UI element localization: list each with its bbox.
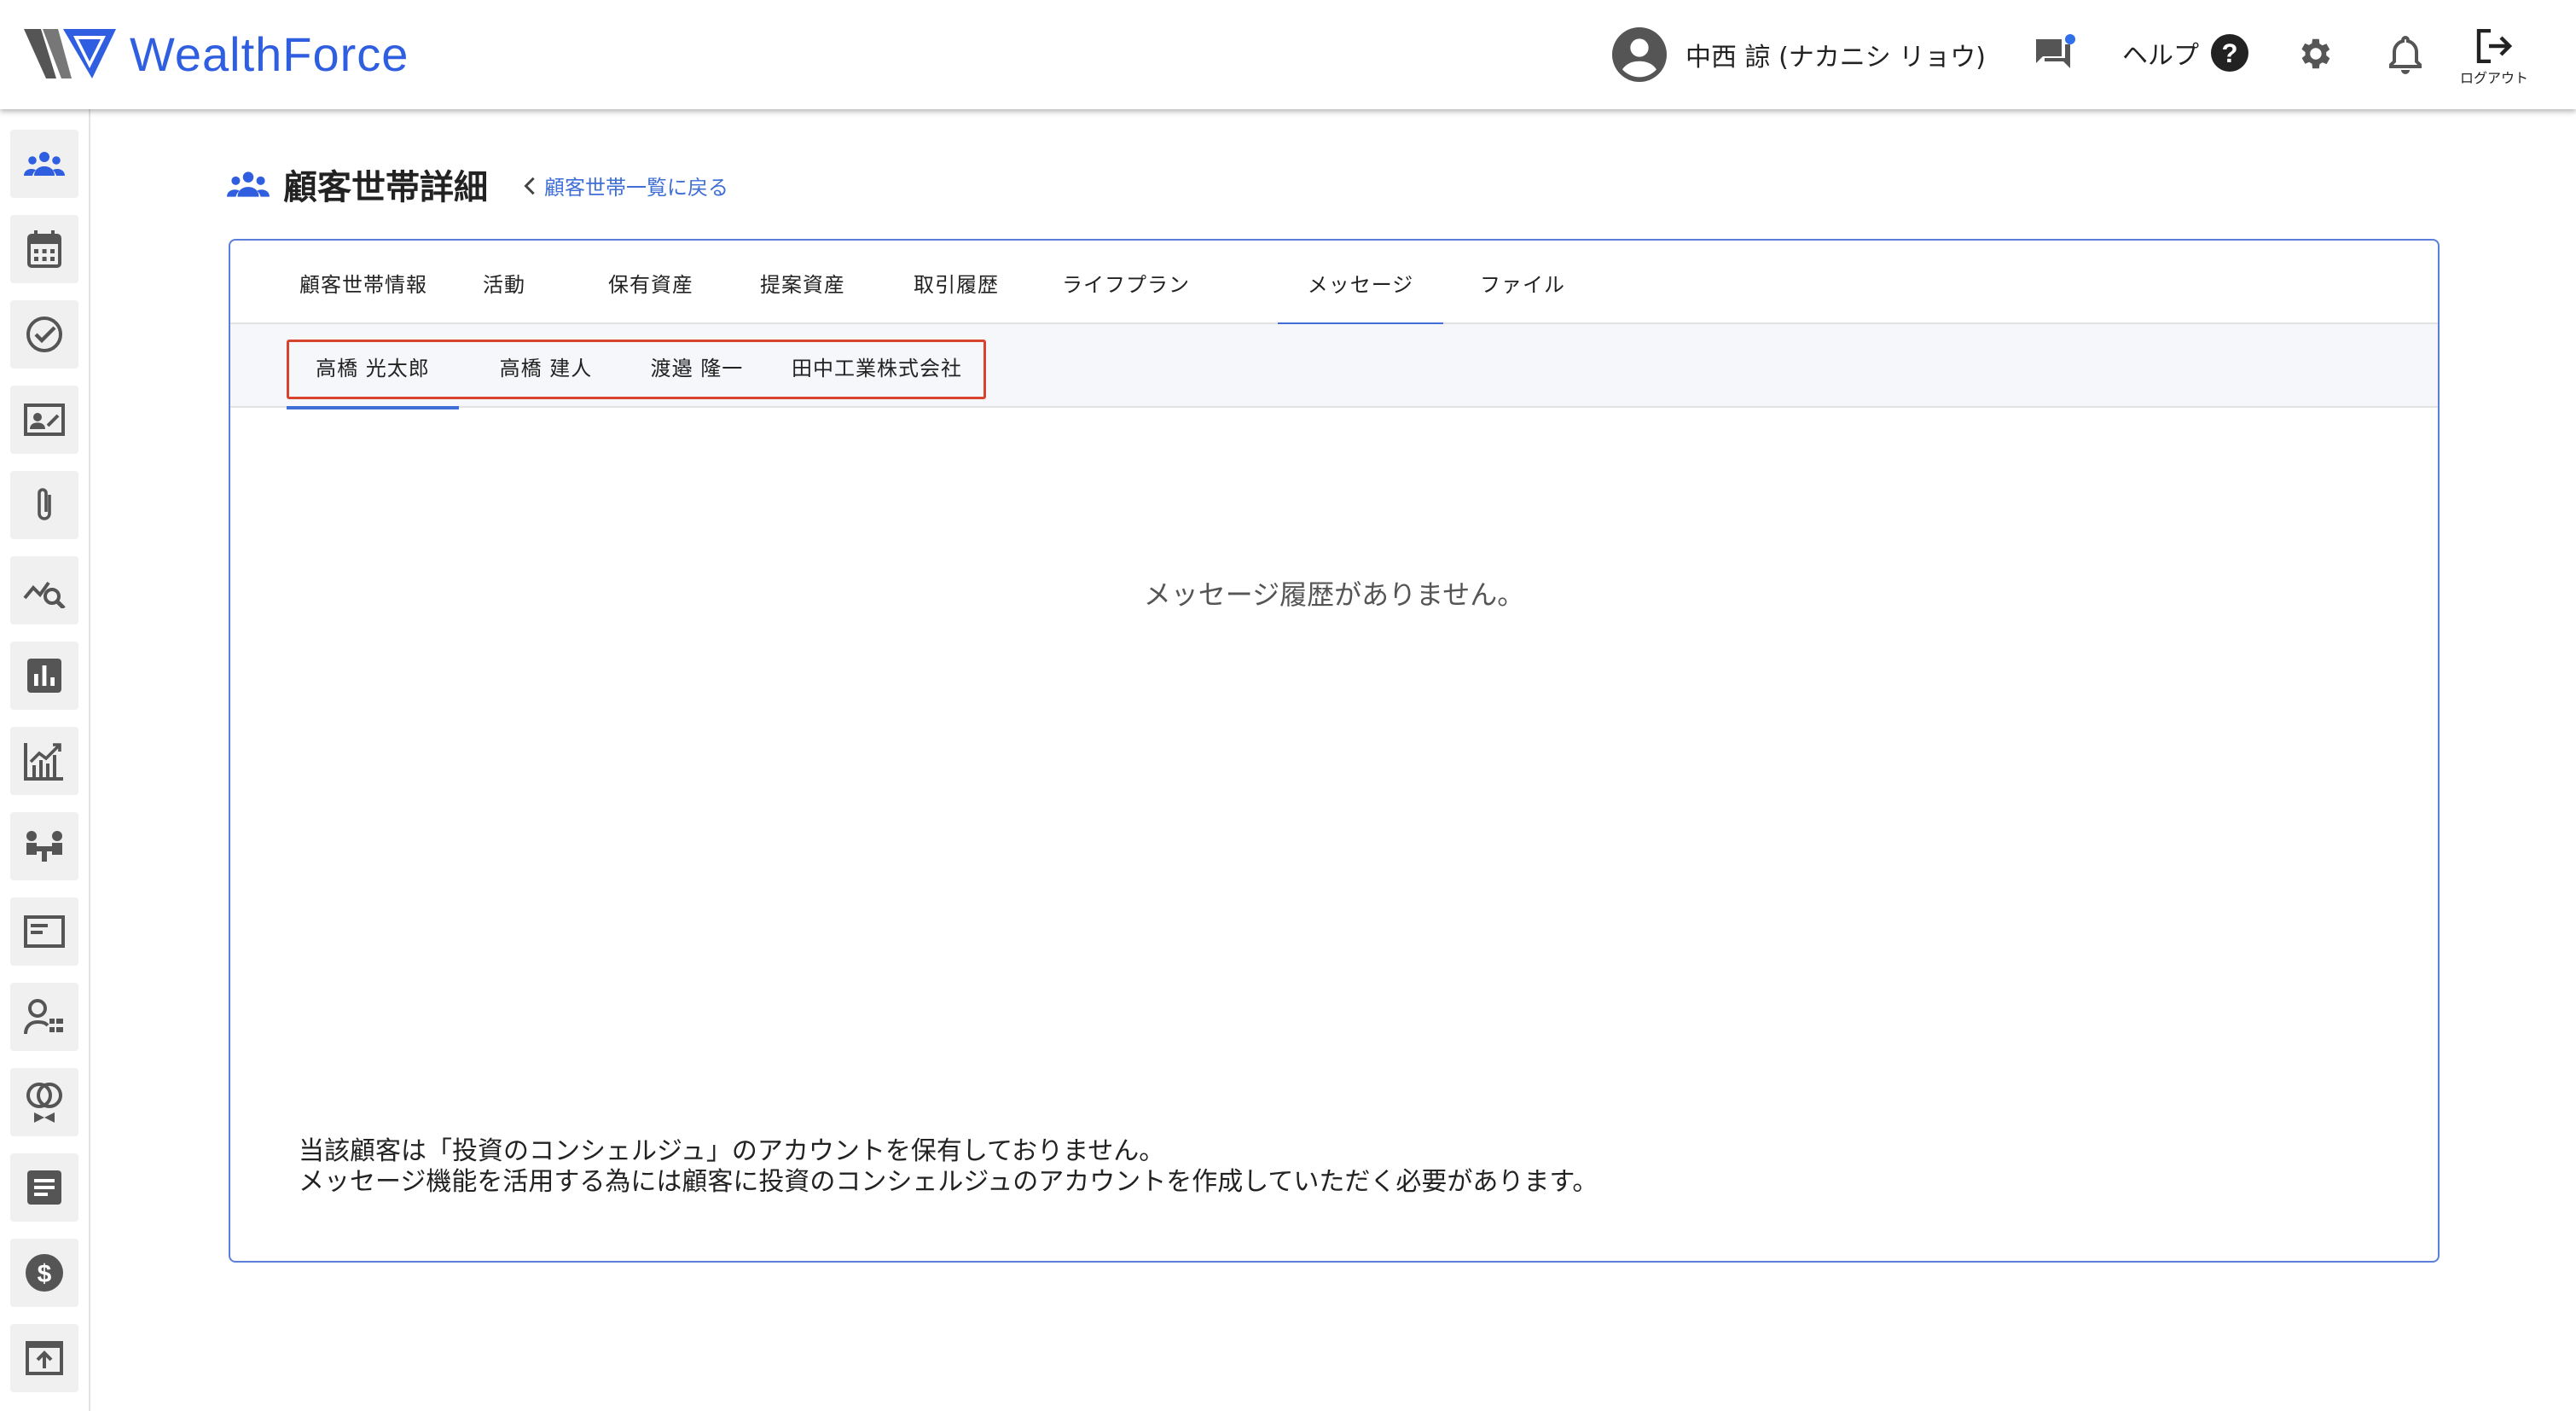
- subtab-member[interactable]: 高橋 光太郎: [287, 324, 459, 409]
- calendar-icon: [27, 230, 61, 268]
- page-title: 顧客世帯詳細: [227, 159, 488, 210]
- app-logo[interactable]: WealthForce: [24, 27, 409, 82]
- notifications-button[interactable]: [2387, 34, 2424, 75]
- tab-files[interactable]: ファイル: [1459, 241, 1587, 324]
- people-icon: [24, 152, 65, 176]
- sidebar-item-documents[interactable]: [10, 1153, 78, 1222]
- rings-icon: [26, 1083, 62, 1123]
- back-link-label: 顧客世帯一覧に戻る: [544, 176, 728, 200]
- household-detail-card: 顧客世帯情報 活動 保有資産 提案資産 取引履歴 ライフプラン メッセージ ファ…: [229, 239, 2440, 1263]
- tab-household-info[interactable]: 顧客世帯情報: [287, 241, 440, 324]
- tab-life-plan[interactable]: ライフプラン: [1041, 241, 1211, 324]
- brand-name: WealthForce: [130, 27, 409, 82]
- sidebar-item-performance[interactable]: [10, 727, 78, 795]
- tab-activities[interactable]: 活動: [449, 241, 560, 324]
- user-list-icon: [24, 999, 63, 1035]
- user-menu[interactable]: 中西 諒 (ナカニシ リョウ): [1612, 26, 1986, 84]
- upload-icon: [26, 1341, 63, 1375]
- card-icon: [24, 915, 65, 948]
- empty-message-text: メッセージ履歴がありません。: [1143, 578, 1525, 611]
- analytics-search-icon: [23, 581, 66, 608]
- logout-icon: [2476, 29, 2513, 63]
- tab-proposed-assets[interactable]: 提案資産: [739, 241, 867, 324]
- check-circle-icon: [26, 316, 62, 352]
- sidebar-item-upload[interactable]: [10, 1324, 78, 1392]
- sidebar-item-tasks[interactable]: [10, 300, 78, 369]
- sidebar-item-cards[interactable]: [10, 897, 78, 966]
- people-icon: [227, 171, 270, 197]
- account-circle-icon: [1612, 27, 1667, 82]
- subtab-member[interactable]: 高橋 建人: [466, 324, 626, 408]
- sidebar-item-billing[interactable]: $: [10, 1239, 78, 1307]
- notice-line: 当該顧客は「投資のコンシェルジュ」のアカウントを保有しておりません。: [299, 1136, 1165, 1166]
- sidebar-item-users[interactable]: [10, 983, 78, 1051]
- page-title-text: 顧客世帯詳細: [283, 168, 488, 207]
- tab-holdings[interactable]: 保有資産: [587, 241, 715, 324]
- account-notice: 当該顧客は「投資のコンシェルジュ」のアカウントを保有しておりません。 メッセージ…: [299, 1136, 1598, 1198]
- chat-button[interactable]: [2034, 34, 2077, 73]
- gear-icon: [2301, 38, 2330, 69]
- help-label: ヘルプ: [2122, 41, 2199, 71]
- subtab-member[interactable]: 田中工業株式会社: [773, 324, 981, 408]
- svg-text:?: ?: [2221, 38, 2237, 68]
- chat-icon: [2036, 34, 2075, 68]
- paperclip-icon: [38, 488, 51, 520]
- member-subtabs: 高橋 光太郎 高橋 建人 渡邉 隆一 田中工業株式会社: [230, 324, 2438, 409]
- chevron-left-icon: [524, 177, 535, 195]
- contact-card-icon: [24, 404, 65, 436]
- settings-button[interactable]: [2295, 34, 2334, 73]
- sidebar-item-attachments[interactable]: [10, 471, 78, 539]
- top-header: WealthForce 中西 諒 (ナカニシ リョウ) ヘルプ ? ログアウト: [0, 0, 2576, 109]
- user-name: 中西 諒 (ナカニシ リョウ): [1685, 43, 1987, 73]
- sidebar-item-life-events[interactable]: [10, 1068, 78, 1136]
- notice-line: メッセージ機能を活用する為には顧客に投資のコンシェルジュのアカウントを作成してい…: [299, 1167, 1598, 1197]
- main-tabs: 顧客世帯情報 活動 保有資産 提案資産 取引履歴 ライフプラン メッセージ ファ…: [230, 241, 2438, 326]
- dollar-icon: $: [26, 1254, 63, 1292]
- logout-button[interactable]: ログアウト: [2460, 29, 2528, 87]
- brand-part1: Wealth: [130, 27, 283, 81]
- sidebar-item-meetings[interactable]: [10, 812, 78, 880]
- sidebar: $: [0, 109, 90, 1411]
- tab-messages[interactable]: メッセージ: [1278, 241, 1443, 326]
- wealthforce-logo-icon: [24, 29, 116, 78]
- svg-text:$: $: [38, 1260, 52, 1288]
- sidebar-item-analytics[interactable]: [10, 556, 78, 624]
- help-button[interactable]: ヘルプ ?: [2122, 34, 2248, 72]
- growth-chart-icon: [24, 743, 63, 781]
- tab-transactions[interactable]: 取引履歴: [892, 241, 1020, 324]
- sidebar-item-reports[interactable]: [10, 642, 78, 710]
- bar-chart-box-icon: [27, 659, 61, 693]
- subtab-member[interactable]: 渡邉 隆一: [628, 324, 766, 408]
- brand-part2: Force: [282, 27, 409, 81]
- logout-label: ログアウト: [2460, 70, 2529, 86]
- bell-icon: [2389, 35, 2422, 74]
- sidebar-item-households[interactable]: [10, 130, 78, 198]
- back-to-list-link[interactable]: 顧客世帯一覧に戻る: [524, 171, 728, 200]
- meeting-icon: [26, 831, 62, 862]
- sidebar-item-calendar[interactable]: [10, 215, 78, 283]
- sidebar-item-contacts[interactable]: [10, 386, 78, 454]
- document-icon: [27, 1170, 61, 1205]
- help-icon: ?: [2211, 34, 2248, 72]
